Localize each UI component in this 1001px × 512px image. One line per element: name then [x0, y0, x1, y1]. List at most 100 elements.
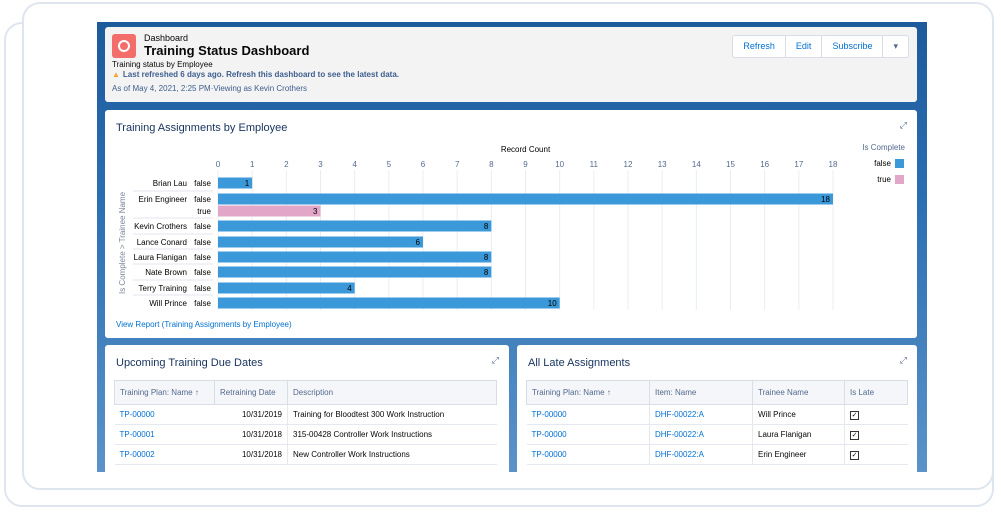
plan-link[interactable]: TP-00000 — [526, 424, 650, 445]
bar[interactable] — [218, 297, 560, 309]
late-table: Training Plan: Name ↑ Item: Name Trainee N… — [526, 380, 908, 465]
x-tick-label: 3 — [318, 160, 323, 169]
x-tick-label: 18 — [829, 160, 838, 169]
table-row: TP-00000 10/31/2019 Training for Bloodtest… — [114, 404, 497, 425]
x-tick-label: 13 — [658, 160, 667, 169]
plan-link[interactable]: TP-00000 — [526, 404, 650, 425]
col-header[interactable]: Is Late — [844, 380, 908, 405]
retraining-date: 10/31/2018 — [214, 444, 288, 465]
plan-link[interactable]: TP-00000 — [526, 444, 650, 465]
col-header[interactable]: Item: Name — [649, 380, 753, 405]
is-complete-label: false — [194, 268, 211, 277]
x-tick-label: 5 — [387, 160, 392, 169]
legend-swatch — [895, 175, 904, 184]
x-tick-label: 1 — [250, 160, 255, 169]
chart-panel: Training Assignments by Employee ⤢ Recor… — [105, 110, 917, 338]
bar[interactable] — [218, 251, 492, 263]
bar-value-label: 6 — [416, 238, 421, 247]
retraining-date: 10/31/2018 — [214, 424, 288, 445]
retraining-date: 10/31/2019 — [214, 404, 288, 425]
item-link[interactable]: DHF-00022:A — [649, 424, 753, 445]
is-complete-label: false — [194, 284, 211, 293]
description: New Controller Work Instructions — [287, 444, 497, 465]
plan-link[interactable]: TP-00002 — [114, 444, 215, 465]
y-axis-title: Is Complete > Trainee Name — [118, 191, 127, 294]
legend-swatch — [895, 159, 904, 168]
bar-value-label: 1 — [245, 179, 250, 188]
item-link[interactable]: DHF-00022:A — [649, 404, 753, 425]
table-row: TP-00000 DHF-00022:A Will Prince ✓ — [526, 404, 908, 425]
bar[interactable] — [218, 282, 355, 294]
trainee-label: Kevin Crothers — [134, 222, 187, 231]
x-tick-label: 15 — [726, 160, 735, 169]
bar-chart: Record Count0 1 2 3 4 5 6 7 8 9 10 11 12 13 14 15 16 17 18… — [118, 143, 906, 310]
trainee-name: Will Prince — [752, 404, 845, 425]
expand-icon[interactable]: ⤢ — [900, 120, 907, 131]
bar[interactable] — [218, 193, 833, 205]
bar[interactable] — [218, 236, 423, 248]
x-axis-title: Record Count — [501, 145, 551, 154]
is-complete-label: false — [194, 238, 211, 247]
checkbox-checked-icon: ✓ — [850, 430, 859, 440]
x-tick-label: 8 — [489, 160, 494, 169]
item-link[interactable]: DHF-00022:A — [649, 444, 753, 465]
trainee-name: Erin Engineer — [752, 444, 845, 465]
x-tick-label: 17 — [794, 160, 803, 169]
kicker: Dashboard — [144, 33, 189, 43]
plan-link[interactable]: TP-00000 — [114, 404, 215, 425]
table-row: TP-00000 DHF-00022:A Laura Flanigan ✓ — [526, 424, 908, 445]
col-header[interactable]: Description — [287, 380, 497, 405]
is-late-cell: ✓ — [844, 444, 908, 465]
plan-link[interactable]: TP-00001 — [114, 424, 215, 445]
refresh-warning: ▲ Last refreshed 6 days ago. Refresh this… — [112, 70, 399, 79]
warning-text: Last refreshed 6 days ago. Refresh this … — [122, 70, 400, 79]
col-header[interactable]: Trainee Name — [752, 380, 845, 405]
table-row: TP-00002 10/31/2018 New Controller Work In… — [114, 444, 497, 465]
expand-icon[interactable]: ⤢ — [492, 355, 499, 366]
is-complete-label: false — [194, 299, 211, 308]
x-tick-label: 7 — [455, 160, 460, 169]
bar[interactable] — [218, 205, 321, 217]
more-actions-button[interactable]: ▾ — [883, 36, 908, 57]
bar-value-label: 3 — [313, 207, 318, 216]
upcoming-title: Upcoming Training Due Dates — [116, 357, 263, 369]
is-complete-label: true — [197, 207, 211, 216]
x-tick-label: 9 — [523, 160, 528, 169]
trainee-label: Laura Flanigan — [134, 253, 187, 262]
checkbox-checked-icon: ✓ — [850, 450, 859, 460]
bar[interactable] — [218, 266, 492, 278]
x-tick-label: 16 — [760, 160, 769, 169]
trainee-label: Brian Lau — [153, 179, 187, 188]
legend-label: true — [877, 175, 891, 184]
col-header[interactable]: Training Plan: Name ↑ — [526, 380, 650, 405]
is-complete-label: false — [194, 195, 211, 204]
header-buttons: Refresh Edit Subscribe ▾ — [732, 35, 909, 58]
trainee-label: Nate Brown — [145, 268, 187, 277]
trainee-name: Laura Flanigan — [752, 424, 845, 445]
upcoming-table: Training Plan: Name ↑ Retraining Date Desc… — [114, 380, 497, 465]
table-row: TP-00000 DHF-00022:A Erin Engineer ✓ — [526, 444, 908, 465]
is-late-cell: ✓ — [844, 404, 908, 425]
trainee-label: Erin Engineer — [139, 195, 188, 204]
window-frame: Dashboard Training Status Dashboard Trai… — [22, 2, 994, 490]
as-of-text: As of May 4, 2021, 2:25 PM·Viewing as Ke… — [112, 84, 308, 93]
x-tick-label: 0 — [216, 160, 221, 169]
bar[interactable] — [218, 220, 492, 232]
refresh-button[interactable]: Refresh — [733, 36, 786, 57]
bar-value-label: 8 — [484, 268, 489, 277]
expand-icon[interactable]: ⤢ — [900, 355, 907, 366]
view-report-link[interactable]: View Report (Training Assignments by Emp… — [116, 320, 292, 329]
x-tick-label: 2 — [284, 160, 289, 169]
dashboard-header: Dashboard Training Status Dashboard Trai… — [105, 27, 917, 102]
edit-button[interactable]: Edit — [786, 36, 823, 57]
trainee-label: Terry Training — [139, 284, 187, 293]
x-tick-label: 6 — [421, 160, 426, 169]
x-tick-label: 10 — [555, 160, 564, 169]
subscribe-button[interactable]: Subscribe — [822, 36, 884, 57]
bar-value-label: 4 — [347, 284, 352, 293]
col-header[interactable]: Training Plan: Name ↑ — [114, 380, 215, 405]
bar-value-label: 18 — [821, 195, 830, 204]
description: Training for Bloodtest 300 Work Instruct… — [287, 404, 497, 425]
subtitle: Training status by Employee — [112, 60, 213, 69]
col-header[interactable]: Retraining Date — [214, 380, 288, 405]
